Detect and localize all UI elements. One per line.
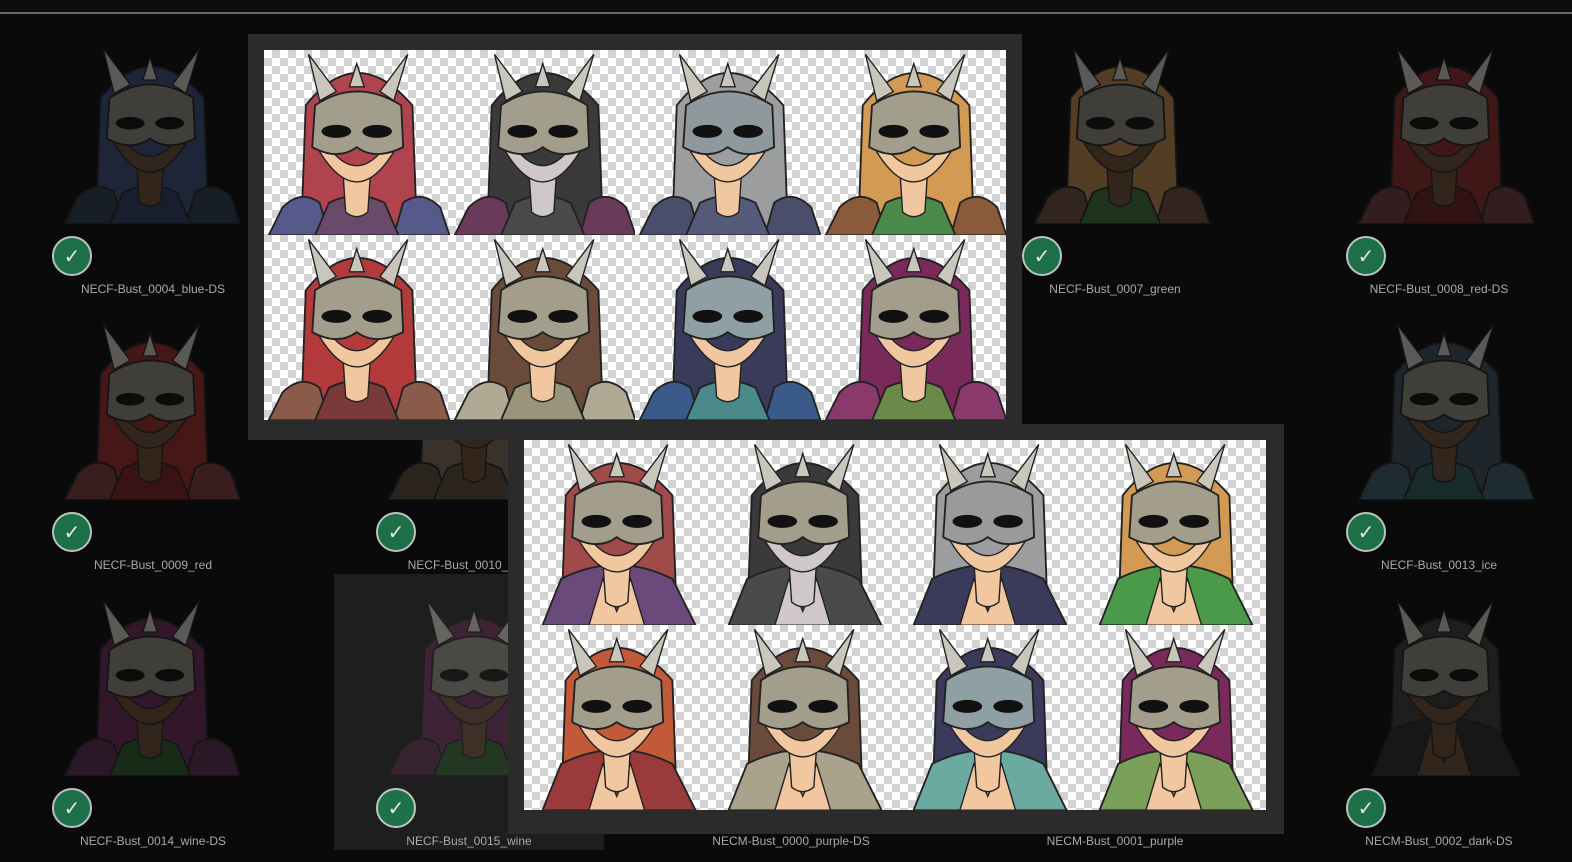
file-name-label: NECF-Bust_0014_wine-DS	[79, 834, 227, 848]
female-bust-variant-2	[450, 50, 635, 235]
file-tile[interactable]: ✓ NECF-Bust_0009_red	[10, 298, 280, 574]
file-thumbnail	[60, 596, 242, 828]
sync-check-icon: ✓	[52, 788, 92, 828]
sync-check-icon: ✓	[376, 788, 416, 828]
male-bust-spritesheet	[524, 440, 1266, 810]
female-bust-variant-8	[821, 235, 1006, 420]
sync-check-icon: ✓	[376, 512, 416, 552]
male-bust-variant-6	[710, 625, 896, 810]
male-bust-variant-2	[710, 440, 896, 625]
male-bust-variant-5	[524, 625, 710, 810]
file-name-label: NECF-Bust_0009_red	[93, 558, 213, 572]
file-name-label: NECM-Bust_0000_purple-DS	[712, 834, 870, 848]
file-name-label: NECF-Bust_0013_ice	[1380, 558, 1498, 572]
male-bust-variant-3	[895, 440, 1081, 625]
male-bust-variant-1	[524, 440, 710, 625]
file-thumbnail	[60, 44, 242, 276]
file-tile[interactable]: ✓ NECF-Bust_0014_wine-DS	[10, 574, 280, 850]
file-name-label: NECF-Bust_0008_red-DS	[1369, 282, 1509, 296]
sync-check-icon: ✓	[1346, 788, 1386, 828]
sync-check-icon: ✓	[1346, 512, 1386, 552]
file-thumbnail	[1354, 44, 1536, 276]
file-name-label: NECM-Bust_0001_purple	[1046, 834, 1184, 848]
window-top-bar	[0, 0, 1572, 14]
file-name-label: NECM-Bust_0002_dark-DS	[1365, 834, 1513, 848]
male-bust-variant-4	[1081, 440, 1267, 625]
preview-male-sheet	[508, 424, 1284, 834]
sync-check-icon: ✓	[1346, 236, 1386, 276]
female-bust-variant-1	[264, 50, 450, 235]
sync-check-icon: ✓	[1022, 236, 1062, 276]
file-thumbnail	[60, 320, 242, 552]
female-bust-variant-5	[264, 235, 450, 420]
male-bust-variant-8	[1081, 625, 1267, 810]
sync-check-icon: ✓	[52, 236, 92, 276]
female-bust-variant-4	[821, 50, 1006, 235]
female-bust-variant-6	[450, 235, 635, 420]
female-bust-spritesheet	[264, 50, 1006, 420]
sync-check-icon: ✓	[52, 512, 92, 552]
file-tile[interactable]: ✓ NECM-Bust_0002_dark-DS	[1304, 574, 1572, 850]
file-thumbnail	[1354, 320, 1536, 552]
file-tile[interactable]: ✓ NECF-Bust_0004_blue-DS	[10, 22, 280, 298]
file-thumbnail	[1354, 596, 1534, 828]
male-bust-variant-7	[895, 625, 1081, 810]
female-bust-variant-3	[635, 50, 821, 235]
file-tile[interactable]: ✓ NECF-Bust_0008_red-DS	[1304, 22, 1572, 298]
female-bust-variant-7	[635, 235, 821, 420]
file-tile[interactable]: ✓ NECF-Bust_0013_ice	[1304, 298, 1572, 574]
file-name-label: NECF-Bust_0015_wine	[406, 834, 532, 848]
preview-female-sheet	[248, 34, 1022, 440]
file-thumbnail	[1030, 44, 1212, 276]
